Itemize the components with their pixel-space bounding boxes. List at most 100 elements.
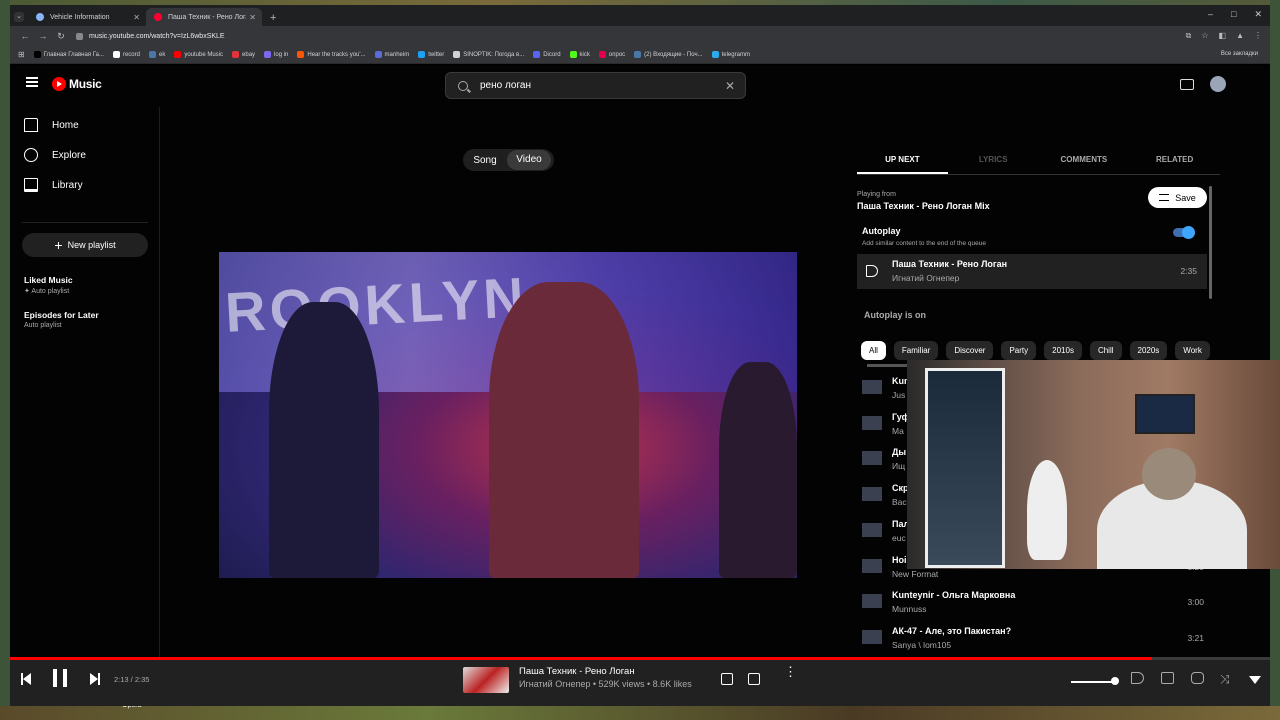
bookmark-item[interactable]: (2) Входящие - Поч... [634, 51, 703, 58]
bookmark-label: опрос [608, 51, 626, 58]
extension-icon[interactable]: ◧ [1219, 31, 1227, 41]
tab-related[interactable]: RELATED [1129, 153, 1220, 174]
now-playing-title[interactable]: Паша Техник - Рено Логан [519, 666, 635, 677]
bookmark-item[interactable]: ebay [232, 51, 255, 58]
bookmark-favicon-icon [533, 51, 541, 58]
avatar[interactable] [1210, 76, 1226, 92]
forward-icon[interactable]: → [34, 31, 52, 41]
filter-chip[interactable]: 2010s [1044, 341, 1082, 360]
bookmark-star-icon[interactable]: ☆ [1201, 31, 1208, 41]
video-toggle-button[interactable]: Video [507, 150, 551, 170]
address-field[interactable]: music.youtube.com/watch?v=IzL6wbxSKLE [76, 32, 225, 40]
bookmark-item[interactable]: kick [569, 51, 590, 58]
player-bar: 2:13 / 2:35 Паша Техник - Рено Логан Игн… [10, 660, 1270, 706]
queue-scrollbar[interactable] [1209, 186, 1212, 299]
tab-lyrics[interactable]: LYRICS [948, 153, 1039, 174]
filter-chip[interactable]: All [861, 341, 886, 360]
volume-slider[interactable] [1071, 681, 1113, 683]
bookmark-item[interactable]: twitter [418, 51, 444, 58]
queue-item[interactable]: Kunteynir - Ольга Марковна Munnuss 3:00 [857, 586, 1214, 620]
bookmark-label: (2) Входящие - Поч... [644, 51, 703, 58]
menu-icon[interactable]: ⋮ [1254, 31, 1262, 41]
captions-icon[interactable] [1161, 672, 1174, 684]
hamburger-menu-icon[interactable] [26, 77, 38, 87]
sidebar-item-home[interactable]: Home [24, 115, 79, 135]
filter-chip[interactable]: 2020s [1129, 341, 1168, 360]
chips-scrollbar[interactable] [867, 364, 909, 367]
bookmark-item[interactable]: опрос [598, 51, 626, 58]
close-window-icon[interactable]: ✕ [1254, 9, 1262, 20]
bookmark-item[interactable]: manheim [374, 51, 409, 58]
now-playing-thumbnail[interactable] [463, 667, 509, 693]
bookmark-item[interactable]: record [112, 51, 140, 58]
song-toggle-button[interactable]: Song [463, 155, 507, 166]
playlist-liked-music[interactable]: Liked Music [24, 275, 73, 285]
all-bookmarks-folder[interactable]: Все закладки [1221, 51, 1258, 57]
tab-up-next[interactable]: UP NEXT [857, 153, 948, 174]
playlist-episodes-for-later[interactable]: Episodes for Later [24, 310, 99, 320]
search-input[interactable] [480, 80, 720, 91]
maximize-icon[interactable]: □ [1231, 9, 1236, 20]
bookmark-item[interactable]: SINOPTIK: Погода в... [453, 51, 524, 58]
reload-icon[interactable]: ↻ [52, 31, 70, 42]
queue-current-item[interactable]: Паша Техник - Рено Логан Игнатий Огнепер… [857, 254, 1207, 289]
install-icon[interactable]: ⧉ [1186, 31, 1192, 41]
bookmark-item[interactable]: log in [264, 51, 288, 58]
like-icon[interactable] [721, 673, 733, 685]
pause-icon[interactable] [53, 669, 67, 687]
tab-title: Паша Техник - Рено Логан [168, 13, 246, 21]
volume-slider-handle[interactable] [1111, 677, 1119, 685]
repeat-icon[interactable] [1191, 672, 1204, 684]
cast-icon[interactable] [1180, 79, 1194, 90]
expand-player-icon[interactable] [1249, 676, 1261, 684]
bookmark-favicon-icon [711, 51, 719, 58]
tab-comments[interactable]: COMMENTS [1039, 153, 1130, 174]
save-button[interactable]: Save [1148, 187, 1207, 208]
bookmark-item[interactable]: telegramm [711, 51, 750, 58]
explore-icon [24, 148, 38, 162]
apps-grid-icon[interactable]: ⊞ [18, 50, 25, 59]
site-info-icon[interactable] [76, 32, 83, 40]
back-icon[interactable]: ← [16, 31, 34, 41]
bookmark-item[interactable]: Hear the tracks you'... [297, 51, 366, 58]
autoplay-toggle[interactable] [1173, 226, 1195, 239]
filter-chip[interactable]: Chill [1089, 341, 1122, 360]
clear-search-icon[interactable]: ✕ [725, 79, 735, 93]
bookmark-label: twitter [428, 51, 445, 58]
minimize-icon[interactable]: – [1208, 9, 1213, 20]
sidebar-item-library[interactable]: Library [24, 175, 83, 195]
profile-icon[interactable]: ▲ [1236, 31, 1244, 41]
filter-chip[interactable]: Party [1001, 341, 1037, 360]
youtube-music-logo[interactable]: Music [52, 77, 102, 91]
bookmark-item[interactable]: Dicord [533, 51, 561, 58]
close-tab-icon[interactable]: ✕ [249, 13, 256, 22]
tab-search-button[interactable]: ⌄ [14, 12, 24, 22]
video-player[interactable]: ROOKLYN [219, 252, 797, 578]
close-tab-icon[interactable]: ✕ [133, 13, 140, 22]
queue-item-artist: Игнатий Огнепер [892, 273, 960, 283]
bookmark-item[interactable]: ek [148, 51, 165, 58]
desktop-bottom-edge [0, 706, 1280, 720]
queue-thumbnail [862, 380, 882, 394]
filter-chip[interactable]: Work [1175, 341, 1210, 360]
sidebar: Home Explore Library + New playlist Like… [10, 107, 160, 657]
tab-youtube-music[interactable]: Паша Техник - Рено Логан ✕ [146, 8, 262, 26]
previous-icon[interactable] [21, 673, 31, 685]
bookmark-item[interactable]: youtube Music [174, 51, 223, 58]
more-options-icon[interactable]: ⋮ [784, 665, 797, 678]
queue-item[interactable]: АК-47 - Але, это Пакистан? Sanya \ lom105… [857, 622, 1214, 656]
new-tab-button[interactable]: + [270, 12, 276, 24]
shuffle-icon[interactable]: ⤨ [1220, 672, 1233, 686]
window-controls: – □ ✕ [1208, 9, 1262, 20]
bookmark-item[interactable]: Главная Главная Га... [33, 51, 104, 58]
filter-chip[interactable]: Discover [946, 341, 994, 360]
next-icon[interactable] [90, 673, 100, 685]
search-box[interactable]: ✕ [445, 72, 746, 99]
dislike-icon[interactable] [748, 673, 760, 685]
new-playlist-button[interactable]: + New playlist [22, 233, 148, 257]
queue-thumbnail [862, 522, 882, 537]
sidebar-item-explore[interactable]: Explore [24, 145, 86, 165]
tab-vehicle-information[interactable]: Vehicle Information ✕ [28, 8, 146, 26]
filter-chip[interactable]: Familiar [893, 341, 939, 360]
volume-icon[interactable] [1131, 672, 1144, 684]
